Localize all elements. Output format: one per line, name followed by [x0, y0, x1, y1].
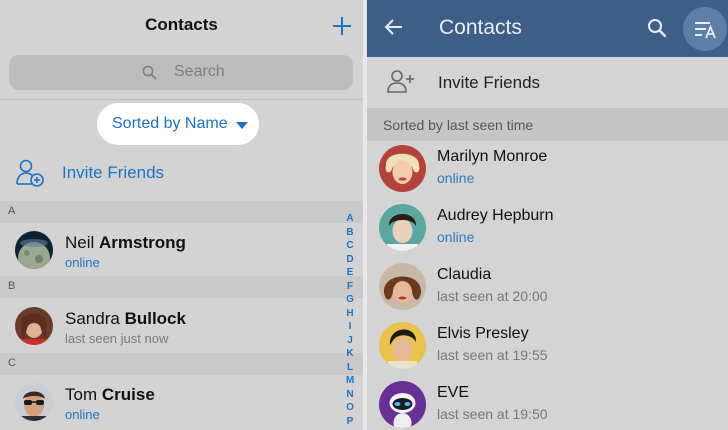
android-contacts-screen: Contacts Invite Friends Sorted by last s…: [367, 0, 728, 430]
index-letter[interactable]: I: [344, 320, 356, 334]
search-input[interactable]: Search: [9, 55, 353, 90]
search-icon: [142, 65, 157, 80]
invite-friends-button[interactable]: Invite Friends: [0, 155, 363, 191]
index-letter[interactable]: G: [344, 293, 356, 307]
contact-row[interactable]: Neil Armstrong online: [0, 225, 340, 275]
index-letter[interactable]: C: [344, 239, 356, 253]
ios-contacts-screen: Contacts Search Sorted by Name Invite Fr…: [0, 0, 363, 430]
avatar: [15, 231, 53, 269]
contact-name: Elvis Presley: [437, 325, 529, 342]
sort-button[interactable]: [683, 7, 727, 51]
avatar: [379, 381, 426, 428]
index-letter[interactable]: D: [344, 253, 356, 267]
index-letter[interactable]: P: [344, 415, 356, 429]
avatar: [15, 383, 53, 421]
avatar: [15, 307, 53, 345]
alphabet-index[interactable]: ABCDEFGHIJKLMNOP: [344, 212, 356, 428]
contact-row[interactable]: Marilyn Monroe online: [367, 141, 728, 199]
invite-friends-label: Invite Friends: [438, 73, 541, 92]
section-header-c: C: [0, 353, 363, 375]
contact-name: Neil Armstrong: [65, 233, 186, 252]
index-letter[interactable]: M: [344, 374, 356, 388]
avatar: [379, 263, 426, 310]
contact-name: Audrey Hepburn: [437, 207, 554, 224]
sort-header-label: Sorted by last seen time: [383, 117, 534, 133]
add-user-icon: [16, 159, 44, 187]
contact-name: Tom Cruise: [65, 385, 155, 404]
contact-row[interactable]: Sandra Bullock last seen just now: [0, 301, 340, 351]
contact-status: last seen at 19:55: [437, 347, 548, 363]
section-letter: B: [8, 280, 16, 292]
section-letter: A: [8, 205, 16, 217]
contact-status: online: [65, 255, 100, 270]
index-letter[interactable]: L: [344, 361, 356, 375]
page-title: Contacts: [145, 15, 218, 34]
invite-friends-label: Invite Friends: [62, 163, 165, 182]
index-letter[interactable]: K: [344, 347, 356, 361]
contact-name: Marilyn Monroe: [437, 148, 548, 165]
page-title: Contacts: [439, 16, 522, 39]
contact-row[interactable]: EVE last seen at 19:50: [367, 377, 728, 430]
invite-friends-button[interactable]: Invite Friends: [367, 60, 728, 106]
add-user-icon: [387, 70, 414, 93]
contact-status: last seen at 20:00: [437, 288, 548, 304]
avatar: [379, 204, 426, 251]
caret-down-icon: [236, 122, 248, 129]
contact-status: online: [437, 229, 475, 245]
section-header-b: B: [0, 276, 363, 298]
index-letter[interactable]: B: [344, 226, 356, 240]
search-icon[interactable]: [647, 18, 667, 38]
avatar: [379, 322, 426, 369]
section-header-a: A: [0, 201, 363, 223]
contact-status: last seen just now: [65, 331, 169, 346]
contact-row[interactable]: Tom Cruise online: [0, 377, 340, 427]
index-letter[interactable]: E: [344, 266, 356, 280]
contact-status: last seen at 19:50: [437, 406, 548, 422]
avatar: [379, 145, 426, 192]
contact-row[interactable]: Audrey Hepburn online: [367, 200, 728, 258]
index-letter[interactable]: O: [344, 401, 356, 415]
contact-status: online: [437, 170, 475, 186]
contact-row[interactable]: Claudia last seen at 20:00: [367, 259, 728, 317]
add-contact-icon[interactable]: [329, 8, 355, 42]
sort-alpha-icon: [695, 22, 716, 39]
index-letter[interactable]: H: [344, 307, 356, 321]
search-placeholder: Search: [174, 63, 225, 80]
contact-name: Sandra Bullock: [65, 309, 186, 328]
index-letter[interactable]: A: [344, 212, 356, 226]
divider: [0, 99, 363, 100]
index-letter[interactable]: N: [344, 388, 356, 402]
sort-by-name-button[interactable]: Sorted by Name: [97, 103, 259, 145]
section-letter: C: [8, 357, 16, 369]
contact-name: Claudia: [437, 266, 492, 283]
back-arrow-icon[interactable]: [384, 17, 404, 37]
sort-label: Sorted by Name: [112, 115, 228, 132]
contact-name: EVE: [437, 384, 470, 401]
index-letter[interactable]: F: [344, 280, 356, 294]
contact-row[interactable]: Elvis Presley last seen at 19:55: [367, 318, 728, 376]
app-bar: Contacts: [367, 0, 728, 57]
contact-status: online: [65, 407, 100, 422]
index-letter[interactable]: J: [344, 334, 356, 348]
sort-header: Sorted by last seen time: [367, 108, 728, 141]
